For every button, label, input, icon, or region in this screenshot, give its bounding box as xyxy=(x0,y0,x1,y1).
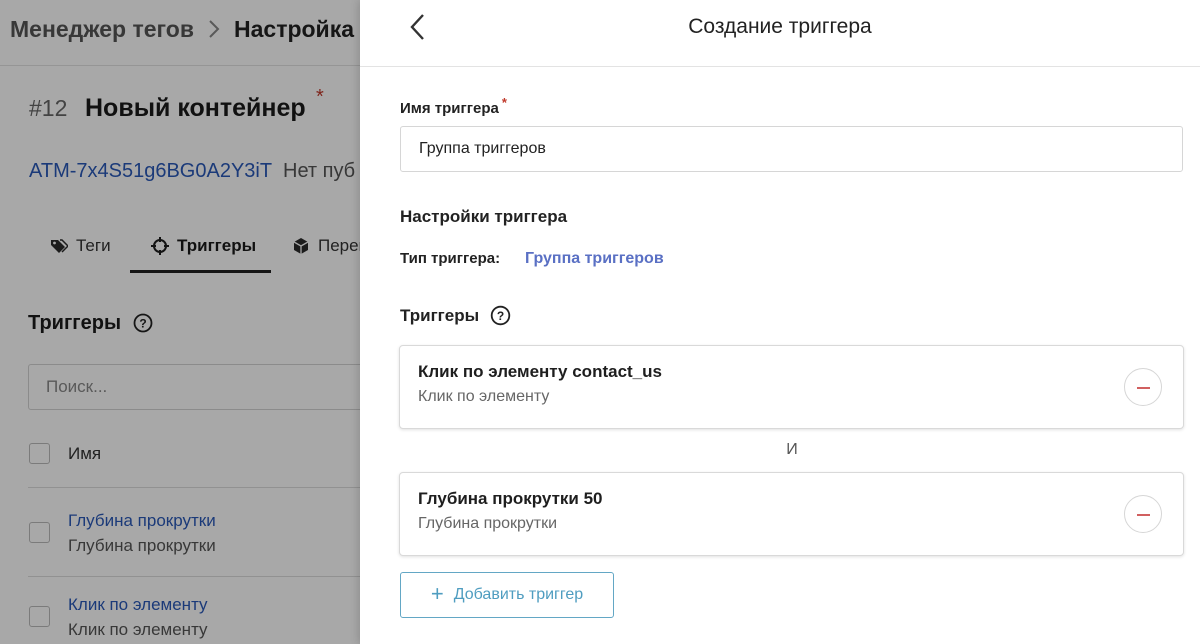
remove-trigger-button[interactable] xyxy=(1124,495,1162,533)
add-trigger-label: Добавить триггер xyxy=(453,586,584,603)
trigger-card-type: Глубина прокрутки xyxy=(418,515,558,532)
help-icon[interactable]: ? xyxy=(490,305,511,326)
trigger-name-input[interactable] xyxy=(400,126,1183,172)
create-trigger-drawer: Создание триггера Имя триггера* Настройк… xyxy=(360,0,1200,644)
drawer-title: Создание триггера xyxy=(688,15,872,38)
trigger-type-link[interactable]: Группа триггеров xyxy=(525,250,664,268)
trigger-name-label-text: Имя триггера xyxy=(400,100,499,117)
required-mark: * xyxy=(501,95,507,110)
remove-trigger-button[interactable] xyxy=(1124,368,1162,406)
trigger-card-title: Глубина прокрутки 50 xyxy=(418,489,603,508)
trigger-type-label: Тип триггера: xyxy=(400,250,501,267)
drawer-header: Создание триггера xyxy=(360,0,1200,67)
trigger-card-title: Клик по элементу contact_us xyxy=(418,362,662,381)
add-trigger-button[interactable]: + Добавить триггер xyxy=(400,572,614,618)
trigger-card: Глубина прокрутки 50 Глубина прокрутки xyxy=(399,472,1184,556)
svg-text:?: ? xyxy=(497,309,504,323)
triggers-section-title: Триггеры xyxy=(400,306,480,325)
trigger-card-type: Клик по элементу xyxy=(418,388,550,405)
trigger-settings-title: Настройки триггера xyxy=(400,207,568,226)
trigger-name-label: Имя триггера * xyxy=(400,95,507,117)
plus-icon: + xyxy=(430,581,444,606)
and-separator: И xyxy=(786,441,798,458)
trigger-card: Клик по элементу contact_us Клик по элем… xyxy=(399,345,1184,429)
